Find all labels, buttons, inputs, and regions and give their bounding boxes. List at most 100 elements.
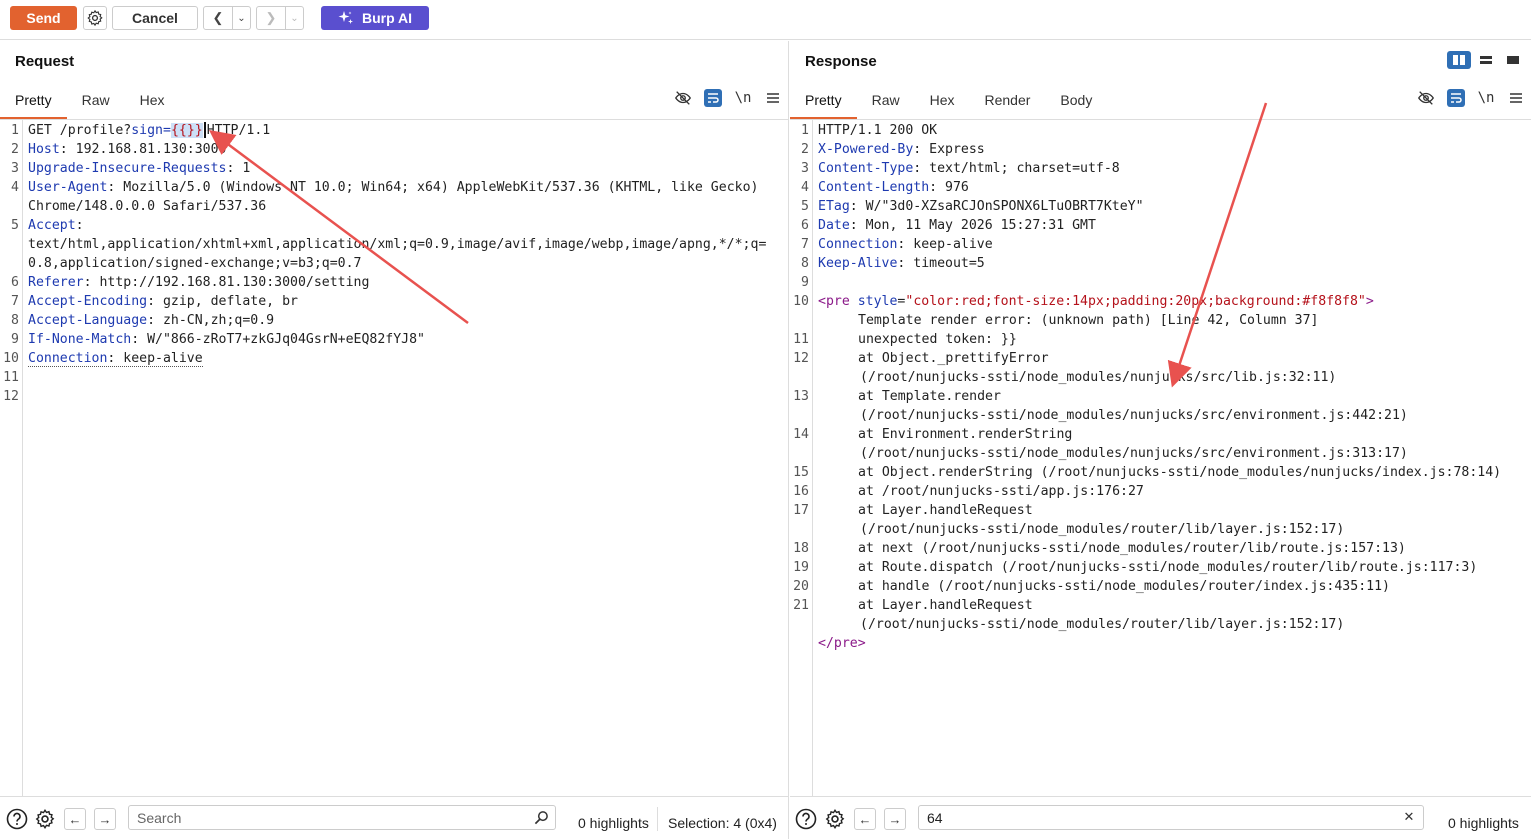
response-line: Keep-Alive: timeout=5 [818, 256, 985, 271]
line-number: 19 [793, 560, 809, 575]
single-pane-icon [1507, 56, 1519, 64]
gear-icon [87, 9, 103, 27]
newline-toggle-button[interactable]: \n [1477, 89, 1495, 107]
response-line: Content-Type: text/html; charset=utf-8 [818, 161, 1120, 176]
previous-match-button[interactable]: ← [64, 808, 86, 830]
response-tab-body[interactable]: Body [1045, 86, 1107, 119]
forward-button[interactable]: ❯ [257, 7, 285, 29]
search-icon[interactable] [533, 809, 549, 825]
line-number: 18 [793, 541, 809, 556]
forward-dropdown-button[interactable]: ⌄ [285, 7, 303, 29]
back-button[interactable]: ❮ [204, 7, 232, 29]
response-footer: ← → ✕ 0 highlights [790, 796, 1531, 839]
back-dropdown-button[interactable]: ⌄ [232, 7, 250, 29]
response-line: at Object._prettifyError [858, 351, 1049, 366]
newline-toggle-button[interactable]: \n [734, 89, 752, 107]
response-tab-raw[interactable]: Raw [857, 86, 915, 119]
request-line: User-Agent: Mozilla/5.0 (Windows NT 10.0… [28, 180, 759, 195]
hide-nonprintable-button[interactable] [1417, 89, 1435, 107]
hide-nonprintable-button[interactable] [674, 89, 692, 107]
line-number: 12 [793, 351, 809, 366]
clear-search-icon[interactable]: ✕ [1401, 809, 1417, 825]
request-title: Request [15, 53, 75, 70]
help-icon [795, 808, 817, 830]
arrow-right-icon: → [98, 811, 112, 827]
settings-button[interactable] [83, 6, 107, 30]
line-number: 9 [801, 275, 809, 290]
line-number: 6 [801, 218, 809, 233]
request-view-options: \n [674, 89, 782, 107]
response-line: at Layer.handleRequest [858, 503, 1033, 518]
response-line: Date: Mon, 11 May 2026 15:27:31 GMT [818, 218, 1096, 233]
wrap-icon [1451, 93, 1462, 103]
response-tab-pretty[interactable]: Pretty [790, 86, 857, 119]
line-number: 14 [793, 427, 809, 442]
request-line: Chrome/148.0.0.0 Safari/537.36 [28, 199, 267, 214]
gear-icon [35, 809, 55, 829]
request-line: Referer: http://192.168.81.130:3000/sett… [28, 275, 370, 290]
line-gutter: 1 2 3 4 5 6 7 8 9 10 11 12 [0, 120, 23, 796]
layout-side-by-side-button[interactable] [1447, 51, 1471, 69]
response-line: (/root/nunjucks-ssti/node_modules/nunjuc… [860, 446, 1408, 461]
request-search-input[interactable] [129, 806, 555, 829]
next-match-button[interactable]: → [884, 808, 906, 830]
response-line: ETag: W/"3d0-XZsaRCJOnSPONX6LTuOBRT7KteY… [818, 199, 1144, 214]
search-settings-button[interactable] [34, 808, 56, 830]
response-tab-render[interactable]: Render [970, 86, 1046, 119]
response-editor[interactable]: 1 2 3 4 5 6 7 8 9 10 11 12 13 14 15 16 1… [790, 120, 1531, 796]
request-tab-hex[interactable]: Hex [125, 86, 180, 119]
request-tab-pretty[interactable]: Pretty [0, 86, 67, 119]
response-line: at Object.renderString (/root/nunjucks-s… [858, 465, 1502, 480]
request-editor[interactable]: 1 2 3 4 5 6 7 8 9 10 11 12 GET /profile?… [0, 120, 788, 796]
send-button[interactable]: Send [10, 6, 77, 30]
line-number: 15 [793, 465, 809, 480]
word-wrap-button[interactable] [704, 89, 722, 107]
response-line: Template render error: (unknown path) [L… [858, 313, 1319, 328]
response-line: <pre style="color:red;font-size:14px;pad… [818, 294, 1374, 309]
request-line: Accept: [28, 218, 84, 233]
response-line: (/root/nunjucks-ssti/node_modules/nunjuc… [860, 370, 1337, 385]
menu-button[interactable] [1507, 89, 1525, 107]
eye-off-icon [675, 91, 691, 105]
burp-ai-label: Burp AI [361, 10, 413, 26]
response-view-options: \n [1417, 89, 1525, 107]
line-number: 3 [801, 161, 809, 176]
line-number: 16 [793, 484, 809, 499]
layout-single-button[interactable] [1501, 51, 1525, 69]
line-number: 2 [11, 142, 19, 157]
line-number: 5 [11, 218, 19, 233]
line-number: 12 [3, 389, 19, 404]
help-button[interactable] [795, 808, 817, 830]
next-match-button[interactable]: → [94, 808, 116, 830]
burp-ai-button[interactable]: Burp AI [321, 6, 429, 30]
layout-stacked-button[interactable] [1474, 51, 1498, 69]
help-button[interactable] [6, 808, 28, 830]
response-line: at Route.dispatch (/root/nunjucks-ssti/n… [858, 560, 1478, 575]
response-tab-hex[interactable]: Hex [915, 86, 970, 119]
response-line: at /root/nunjucks-ssti/app.js:176:27 [858, 484, 1144, 499]
response-highlights-count: 0 highlights [1448, 815, 1519, 831]
line-number: 5 [801, 199, 809, 214]
menu-button[interactable] [764, 89, 782, 107]
search-settings-button[interactable] [824, 808, 846, 830]
request-footer: ← → 0 highlights Selection: 4 (0x4) [0, 796, 788, 839]
layout-toggle [1447, 51, 1525, 69]
columns-icon [1453, 55, 1465, 65]
response-line: </pre> [818, 636, 866, 651]
line-number: 10 [3, 351, 19, 366]
chevron-down-icon: ⌄ [290, 12, 299, 24]
word-wrap-button[interactable] [1447, 89, 1465, 107]
selected-payload: {{}} [170, 123, 203, 138]
request-line: GET /profile?sign={{}} HTTP/1.1 [28, 122, 271, 138]
request-line: Connection: keep-alive [28, 351, 203, 367]
line-number: 7 [11, 294, 19, 309]
response-search-input[interactable] [919, 806, 1423, 829]
wrap-icon [708, 93, 719, 103]
response-line: (/root/nunjucks-ssti/node_modules/router… [860, 522, 1345, 537]
request-line: text/html,application/xhtml+xml,applicat… [28, 237, 767, 252]
request-tab-raw[interactable]: Raw [67, 86, 125, 119]
line-number: 21 [793, 598, 809, 613]
previous-match-button[interactable]: ← [854, 808, 876, 830]
response-line: at next (/root/nunjucks-ssti/node_module… [858, 541, 1406, 556]
cancel-button[interactable]: Cancel [112, 6, 198, 30]
